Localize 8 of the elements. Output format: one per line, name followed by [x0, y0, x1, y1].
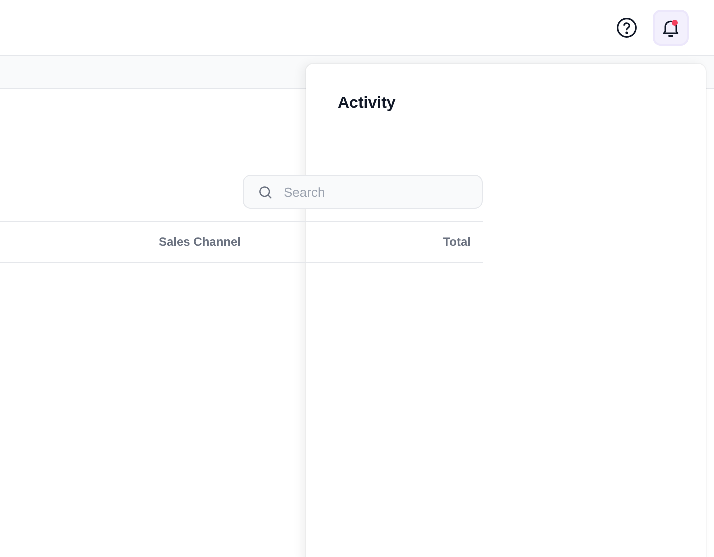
search-icon	[258, 185, 273, 200]
column-header: Total	[443, 235, 471, 249]
help-icon	[616, 16, 638, 38]
notifications-button[interactable]	[653, 10, 689, 46]
panel-title: Activity	[338, 95, 397, 113]
column-header: Sales Channel	[158, 235, 241, 249]
unread-dot	[672, 20, 678, 26]
search-field[interactable]: Search	[243, 175, 483, 209]
